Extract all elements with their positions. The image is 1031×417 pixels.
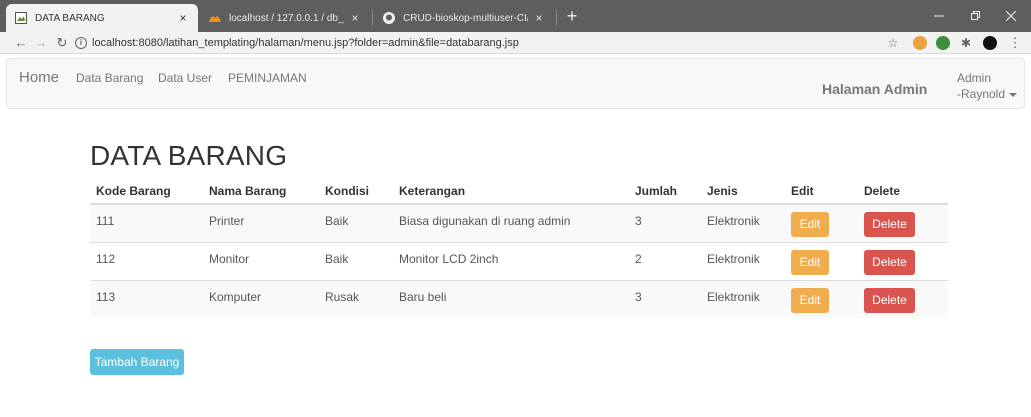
delete-button[interactable]: Delete: [864, 212, 915, 237]
kode-cell: 113: [90, 279, 203, 318]
jenis-cell: Elektronik: [701, 241, 785, 280]
user-name: -Raynold: [957, 87, 1006, 101]
cookie-extension-icon[interactable]: [913, 36, 927, 50]
column-header: Keterangan: [393, 178, 629, 205]
column-header: Jenis: [701, 178, 785, 205]
info-icon[interactable]: i: [75, 37, 87, 49]
jenis-cell: Elektronik: [701, 279, 785, 318]
tab-separator: [556, 10, 557, 26]
site-navbar: Home Data Barang Data User PEMINJAMAN Ha…: [6, 58, 1025, 109]
keterangan-cell: Biasa digunakan di ruang admin: [393, 203, 629, 242]
forward-arrow-icon[interactable]: →: [32, 34, 50, 52]
close-window-icon[interactable]: [993, 0, 1029, 32]
minimize-icon[interactable]: [921, 0, 957, 32]
nama-cell: Printer: [203, 203, 319, 242]
tab-phpmyadmin[interactable]: localhost / 127.0.0.1 / db_pinjam ×: [200, 4, 370, 32]
nav-link-peminjaman[interactable]: PEMINJAMAN: [228, 71, 307, 85]
nav-link-data-barang[interactable]: Data Barang: [76, 71, 143, 85]
kode-cell: 111: [90, 203, 203, 242]
user-dropdown[interactable]: Admin -Raynold: [957, 70, 1018, 102]
caret-down-icon: [1009, 92, 1018, 97]
puzzle-extension-icon[interactable]: ✱: [957, 34, 975, 52]
nama-cell: Komputer: [203, 279, 319, 318]
browser-toolbar: ← → ↻ i localhost:8080/latihan_templatin…: [0, 32, 1031, 54]
kondisi-cell: Baik: [319, 203, 393, 242]
browser-tab-strip: DATA BARANG × localhost / 127.0.0.1 / db…: [0, 0, 1031, 32]
close-tab-icon[interactable]: ×: [532, 11, 546, 25]
navbar-brand-home[interactable]: Home: [19, 69, 59, 86]
edit-button[interactable]: Edit: [791, 212, 829, 237]
github-icon: [382, 11, 396, 25]
delete-cell: Delete: [858, 279, 948, 318]
new-tab-button[interactable]: +: [562, 6, 582, 26]
column-header: Jumlah: [629, 178, 701, 205]
kode-cell: 112: [90, 241, 203, 280]
delete-cell: Delete: [858, 203, 948, 242]
user-role: Admin: [957, 71, 992, 85]
keterangan-cell: Baru beli: [393, 279, 629, 318]
kondisi-cell: Baik: [319, 241, 393, 280]
nama-cell: Monitor: [203, 241, 319, 280]
edit-cell: Edit: [785, 241, 858, 280]
menu-dots-icon[interactable]: ⋮: [1006, 34, 1024, 52]
restore-icon[interactable]: [957, 0, 993, 32]
tab-github[interactable]: CRUD-bioskop-multiuser-CI/v_p ×: [374, 4, 554, 32]
page-title: DATA BARANG: [90, 140, 288, 171]
close-tab-icon[interactable]: ×: [348, 11, 362, 25]
table-row: 112 Monitor Baik Monitor LCD 2inch 2 Ele…: [90, 241, 948, 280]
tab-data-barang[interactable]: DATA BARANG ×: [6, 4, 198, 32]
edit-button[interactable]: Edit: [791, 287, 829, 313]
nav-link-data-user[interactable]: Data User: [158, 71, 212, 85]
globe-extension-icon[interactable]: [936, 36, 950, 50]
data-barang-table: Kode Barang Nama Barang Kondisi Keterang…: [90, 178, 948, 318]
tambah-barang-button[interactable]: Tambah Barang: [90, 349, 184, 375]
profile-avatar-icon[interactable]: [983, 36, 997, 50]
address-bar[interactable]: localhost:8080/latihan_templating/halama…: [92, 35, 519, 51]
table-header-row: Kode Barang Nama Barang Kondisi Keterang…: [90, 178, 948, 205]
tab-separator: [372, 10, 373, 26]
tab-title: DATA BARANG: [35, 12, 105, 24]
column-header: Kode Barang: [90, 178, 203, 205]
jumlah-cell: 3: [629, 203, 701, 242]
column-header: Delete: [858, 178, 948, 205]
table-row: 113 Komputer Rusak Baru beli 3 Elektroni…: [90, 279, 948, 318]
tab-title: localhost / 127.0.0.1 / db_pinjam: [229, 12, 344, 24]
table-row: 111 Printer Baik Biasa digunakan di ruan…: [90, 203, 948, 242]
delete-button[interactable]: Delete: [864, 287, 915, 313]
jumlah-cell: 3: [629, 279, 701, 318]
phpmyadmin-icon: [208, 11, 222, 25]
delete-button[interactable]: Delete: [864, 249, 915, 275]
edit-button[interactable]: Edit: [791, 249, 829, 275]
page-icon: [14, 11, 28, 25]
tab-title: CRUD-bioskop-multiuser-CI/v_p: [403, 12, 528, 24]
keterangan-cell: Monitor LCD 2inch: [393, 241, 629, 280]
halaman-admin-label: Halaman Admin: [822, 81, 928, 97]
back-arrow-icon[interactable]: ←: [12, 34, 30, 52]
bookmark-star-icon[interactable]: ☆: [884, 34, 902, 52]
column-header: Nama Barang: [203, 178, 319, 205]
jenis-cell: Elektronik: [701, 203, 785, 242]
jumlah-cell: 2: [629, 241, 701, 280]
delete-cell: Delete: [858, 241, 948, 280]
reload-icon[interactable]: ↻: [53, 34, 71, 52]
edit-cell: Edit: [785, 203, 858, 242]
column-header: Kondisi: [319, 178, 393, 205]
kondisi-cell: Rusak: [319, 279, 393, 318]
column-header: Edit: [785, 178, 858, 205]
close-tab-icon[interactable]: ×: [176, 11, 190, 25]
edit-cell: Edit: [785, 279, 858, 318]
